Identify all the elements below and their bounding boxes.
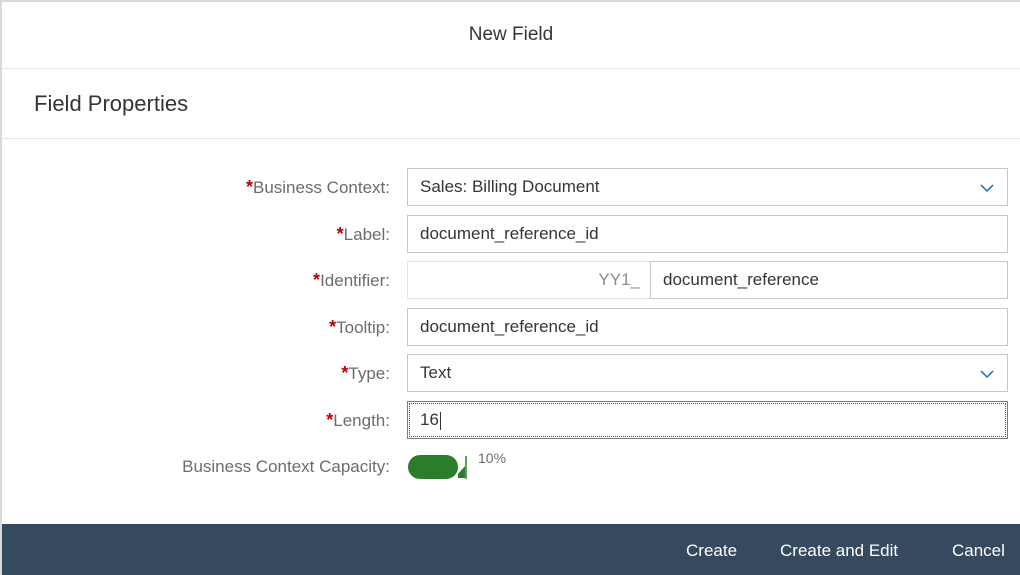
capacity-marker <box>458 466 465 478</box>
new-field-dialog: New Field Field Properties *Business Con… <box>0 0 1020 575</box>
label-input[interactable]: document_reference_id <box>407 215 1008 253</box>
required-marker: * <box>336 224 344 244</box>
business-context-label-text: Business Context: <box>252 178 390 197</box>
capacity-fill <box>408 455 458 479</box>
required-marker: * <box>313 270 321 290</box>
identifier-label-text: Identifier: <box>320 271 390 290</box>
create-and-edit-button[interactable]: Create and Edit <box>780 524 898 575</box>
tooltip-row: *Tooltip: document_reference_id <box>2 308 1020 346</box>
length-input[interactable]: 16 <box>407 401 1008 439</box>
dialog-header: New Field <box>2 2 1020 69</box>
section-title: Field Properties <box>34 91 189 116</box>
length-row: *Length: 16 <box>2 401 1020 439</box>
business-context-select[interactable]: Sales: Billing Document <box>407 168 1008 206</box>
type-select[interactable]: Text <box>407 354 1008 392</box>
length-label-text: Length: <box>333 411 390 430</box>
required-marker: * <box>245 177 253 197</box>
business-context-value: Sales: Billing Document <box>420 177 600 196</box>
length-input-value: 16 <box>420 410 439 429</box>
identifier-row: *Identifier: YY1_ document_reference <box>2 261 1020 299</box>
capacity-percent: 10% <box>478 450 507 466</box>
type-row: *Type: Text <box>2 354 1020 392</box>
section-header: Field Properties <box>2 69 1020 139</box>
chevron-down-icon[interactable] <box>979 180 995 196</box>
business-context-row: *Business Context: Sales: Billing Docume… <box>2 168 1020 206</box>
tooltip-label-text: Tooltip: <box>336 318 390 337</box>
dialog-title: New Field <box>468 24 554 45</box>
capacity-indicator <box>408 455 467 479</box>
chevron-down-icon[interactable] <box>979 366 995 382</box>
type-label-text: Type: <box>348 364 390 383</box>
length-label: *Length: <box>326 401 390 439</box>
tooltip-input[interactable]: document_reference_id <box>407 308 1008 346</box>
identifier-label: *Identifier: <box>313 261 390 299</box>
tooltip-input-value: document_reference_id <box>420 317 599 336</box>
dialog-footer: Create Create and Edit Cancel <box>2 524 1020 575</box>
label-field-label: *Label: <box>337 215 390 253</box>
label-row: *Label: document_reference_id <box>2 215 1020 253</box>
business-context-label: *Business Context: <box>246 168 390 206</box>
capacity-row: Business Context Capacity: 10% <box>2 448 1020 486</box>
create-button[interactable]: Create <box>686 524 737 575</box>
tooltip-label: *Tooltip: <box>329 308 390 346</box>
type-value: Text <box>420 363 452 382</box>
type-label: *Type: <box>341 354 390 392</box>
label-field-label-text: Label: <box>343 225 390 244</box>
identifier-prefix: YY1_ <box>407 261 650 299</box>
capacity-label: Business Context Capacity: <box>182 457 390 476</box>
cancel-button[interactable]: Cancel <box>952 524 1005 575</box>
label-input-value: document_reference_id <box>420 224 599 243</box>
identifier-input[interactable]: document_reference <box>650 261 1008 299</box>
